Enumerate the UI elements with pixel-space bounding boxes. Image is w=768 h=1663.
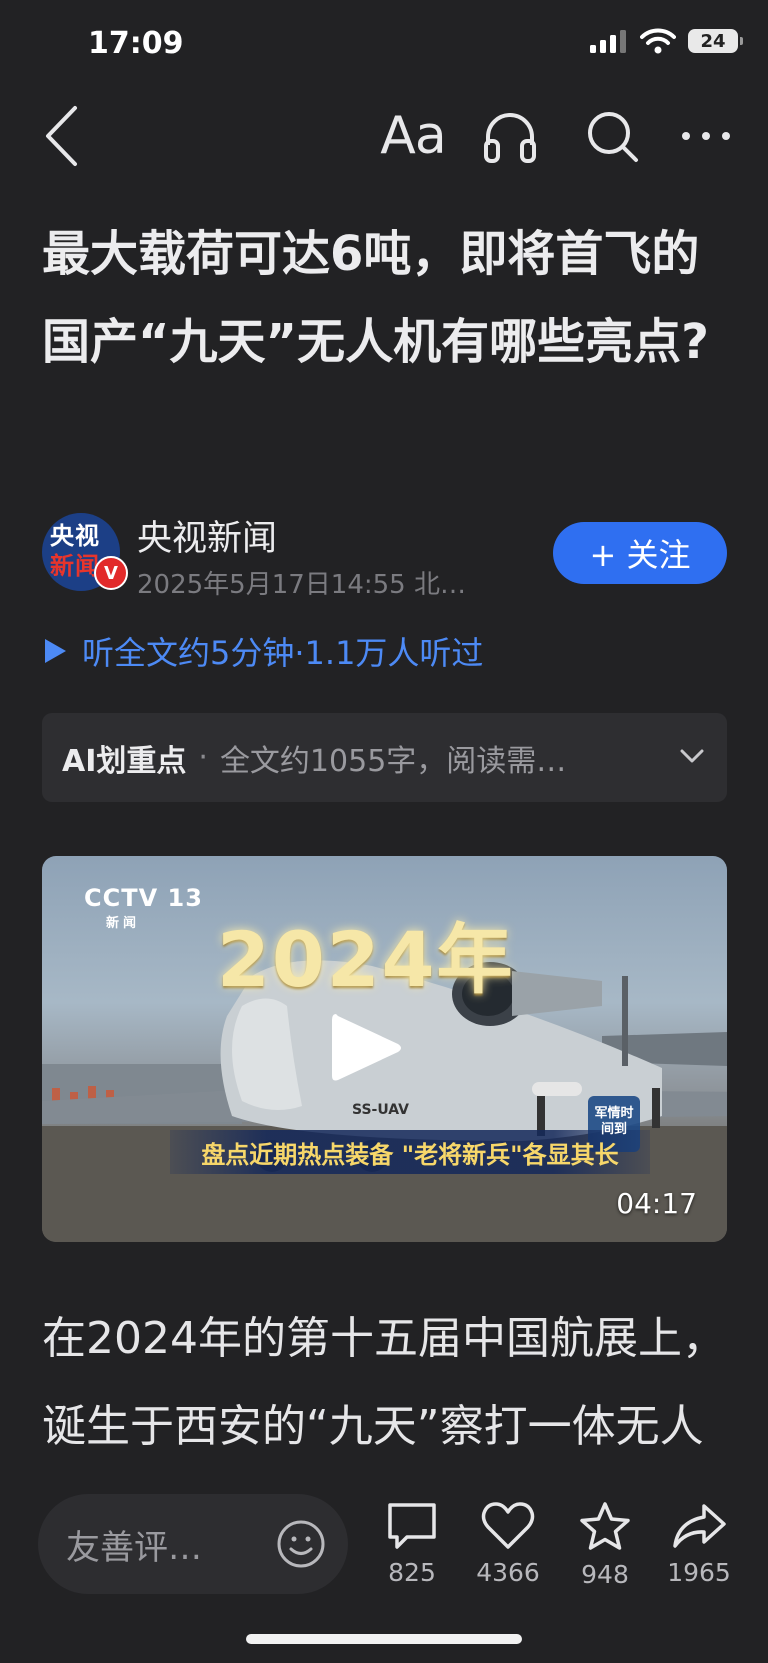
signal-icon — [590, 30, 626, 53]
like-button[interactable]: 4366 — [463, 1500, 553, 1587]
play-icon[interactable] — [326, 1010, 406, 1086]
comment-count: 825 — [388, 1558, 436, 1587]
listen-label: 听全文约5分钟·1.1万人听过 — [82, 634, 484, 672]
battery-icon: 24 — [688, 29, 743, 53]
video-duration: 04:17 — [616, 1187, 697, 1220]
channel-logo-text: CCTV 13 — [84, 884, 203, 912]
back-button[interactable] — [36, 100, 86, 172]
listen-full-article[interactable]: 听全文约5分钟·1.1万人听过 — [42, 628, 483, 674]
chevron-down-icon[interactable] — [679, 743, 705, 769]
video-year-overlay: 2024年 — [217, 915, 515, 1004]
channel-logo: CCTV 13 新闻 — [84, 884, 203, 931]
comment-button[interactable]: 825 — [367, 1500, 457, 1587]
publish-meta: 2025年5月17日14:55 北… — [137, 570, 466, 600]
ai-summary-title: AI划重点 — [62, 743, 187, 779]
share-count: 1965 — [667, 1558, 731, 1587]
comment-input[interactable]: 友善评… — [38, 1494, 348, 1594]
follow-button[interactable]: + 关注 — [553, 522, 727, 584]
home-indicator[interactable] — [246, 1634, 522, 1644]
share-icon — [673, 1504, 726, 1548]
emoji-icon[interactable] — [276, 1519, 326, 1569]
favorite-button[interactable]: 948 — [560, 1500, 650, 1589]
wifi-icon — [640, 28, 676, 54]
chevron-left-icon — [46, 106, 77, 166]
comment-placeholder: 友善评… — [66, 1527, 202, 1568]
author-name[interactable]: 央视新闻 — [137, 510, 277, 561]
more-button[interactable] — [676, 100, 736, 172]
search-button[interactable] — [582, 100, 642, 172]
video-caption: 盘点近期热点装备 "老将新兵"各显其长 — [170, 1130, 650, 1174]
like-count: 4366 — [476, 1558, 540, 1587]
ai-summary-text: 全文约1055字，阅读需… — [219, 743, 567, 779]
program-badge: 军情时间到 — [594, 1106, 634, 1137]
search-icon — [588, 112, 638, 162]
star-icon — [580, 1502, 630, 1550]
listen-button[interactable] — [480, 100, 540, 172]
separator-dot: · — [198, 740, 208, 775]
share-button[interactable]: 1965 — [654, 1500, 744, 1587]
avatar-line1: 央视 — [50, 522, 100, 550]
video-player[interactable]: CCTV 13 新闻 2024年 SS-UAV 盘点近期热点装备 "老将新兵"各… — [42, 856, 727, 1242]
favorite-count: 948 — [581, 1560, 629, 1589]
status-time: 17:09 — [88, 26, 184, 61]
ai-summary-panel[interactable]: AI划重点 · 全文约1055字，阅读需… — [42, 713, 727, 802]
heart-icon — [481, 1502, 535, 1549]
channel-logo-sub: 新闻 — [106, 916, 141, 931]
verified-badge: V — [94, 556, 128, 590]
article-title: 最大载荷可达6吨，即将首飞的国产“九天”无人机有哪些亮点? — [42, 226, 709, 370]
headphones-icon — [484, 113, 536, 163]
play-icon — [45, 639, 66, 663]
plane-marking: SS-UAV — [352, 1102, 410, 1118]
font-size-button[interactable]: Aa — [378, 100, 448, 172]
status-icons: 24 — [588, 28, 743, 54]
comment-icon — [388, 1503, 436, 1549]
more-icon — [682, 132, 730, 140]
